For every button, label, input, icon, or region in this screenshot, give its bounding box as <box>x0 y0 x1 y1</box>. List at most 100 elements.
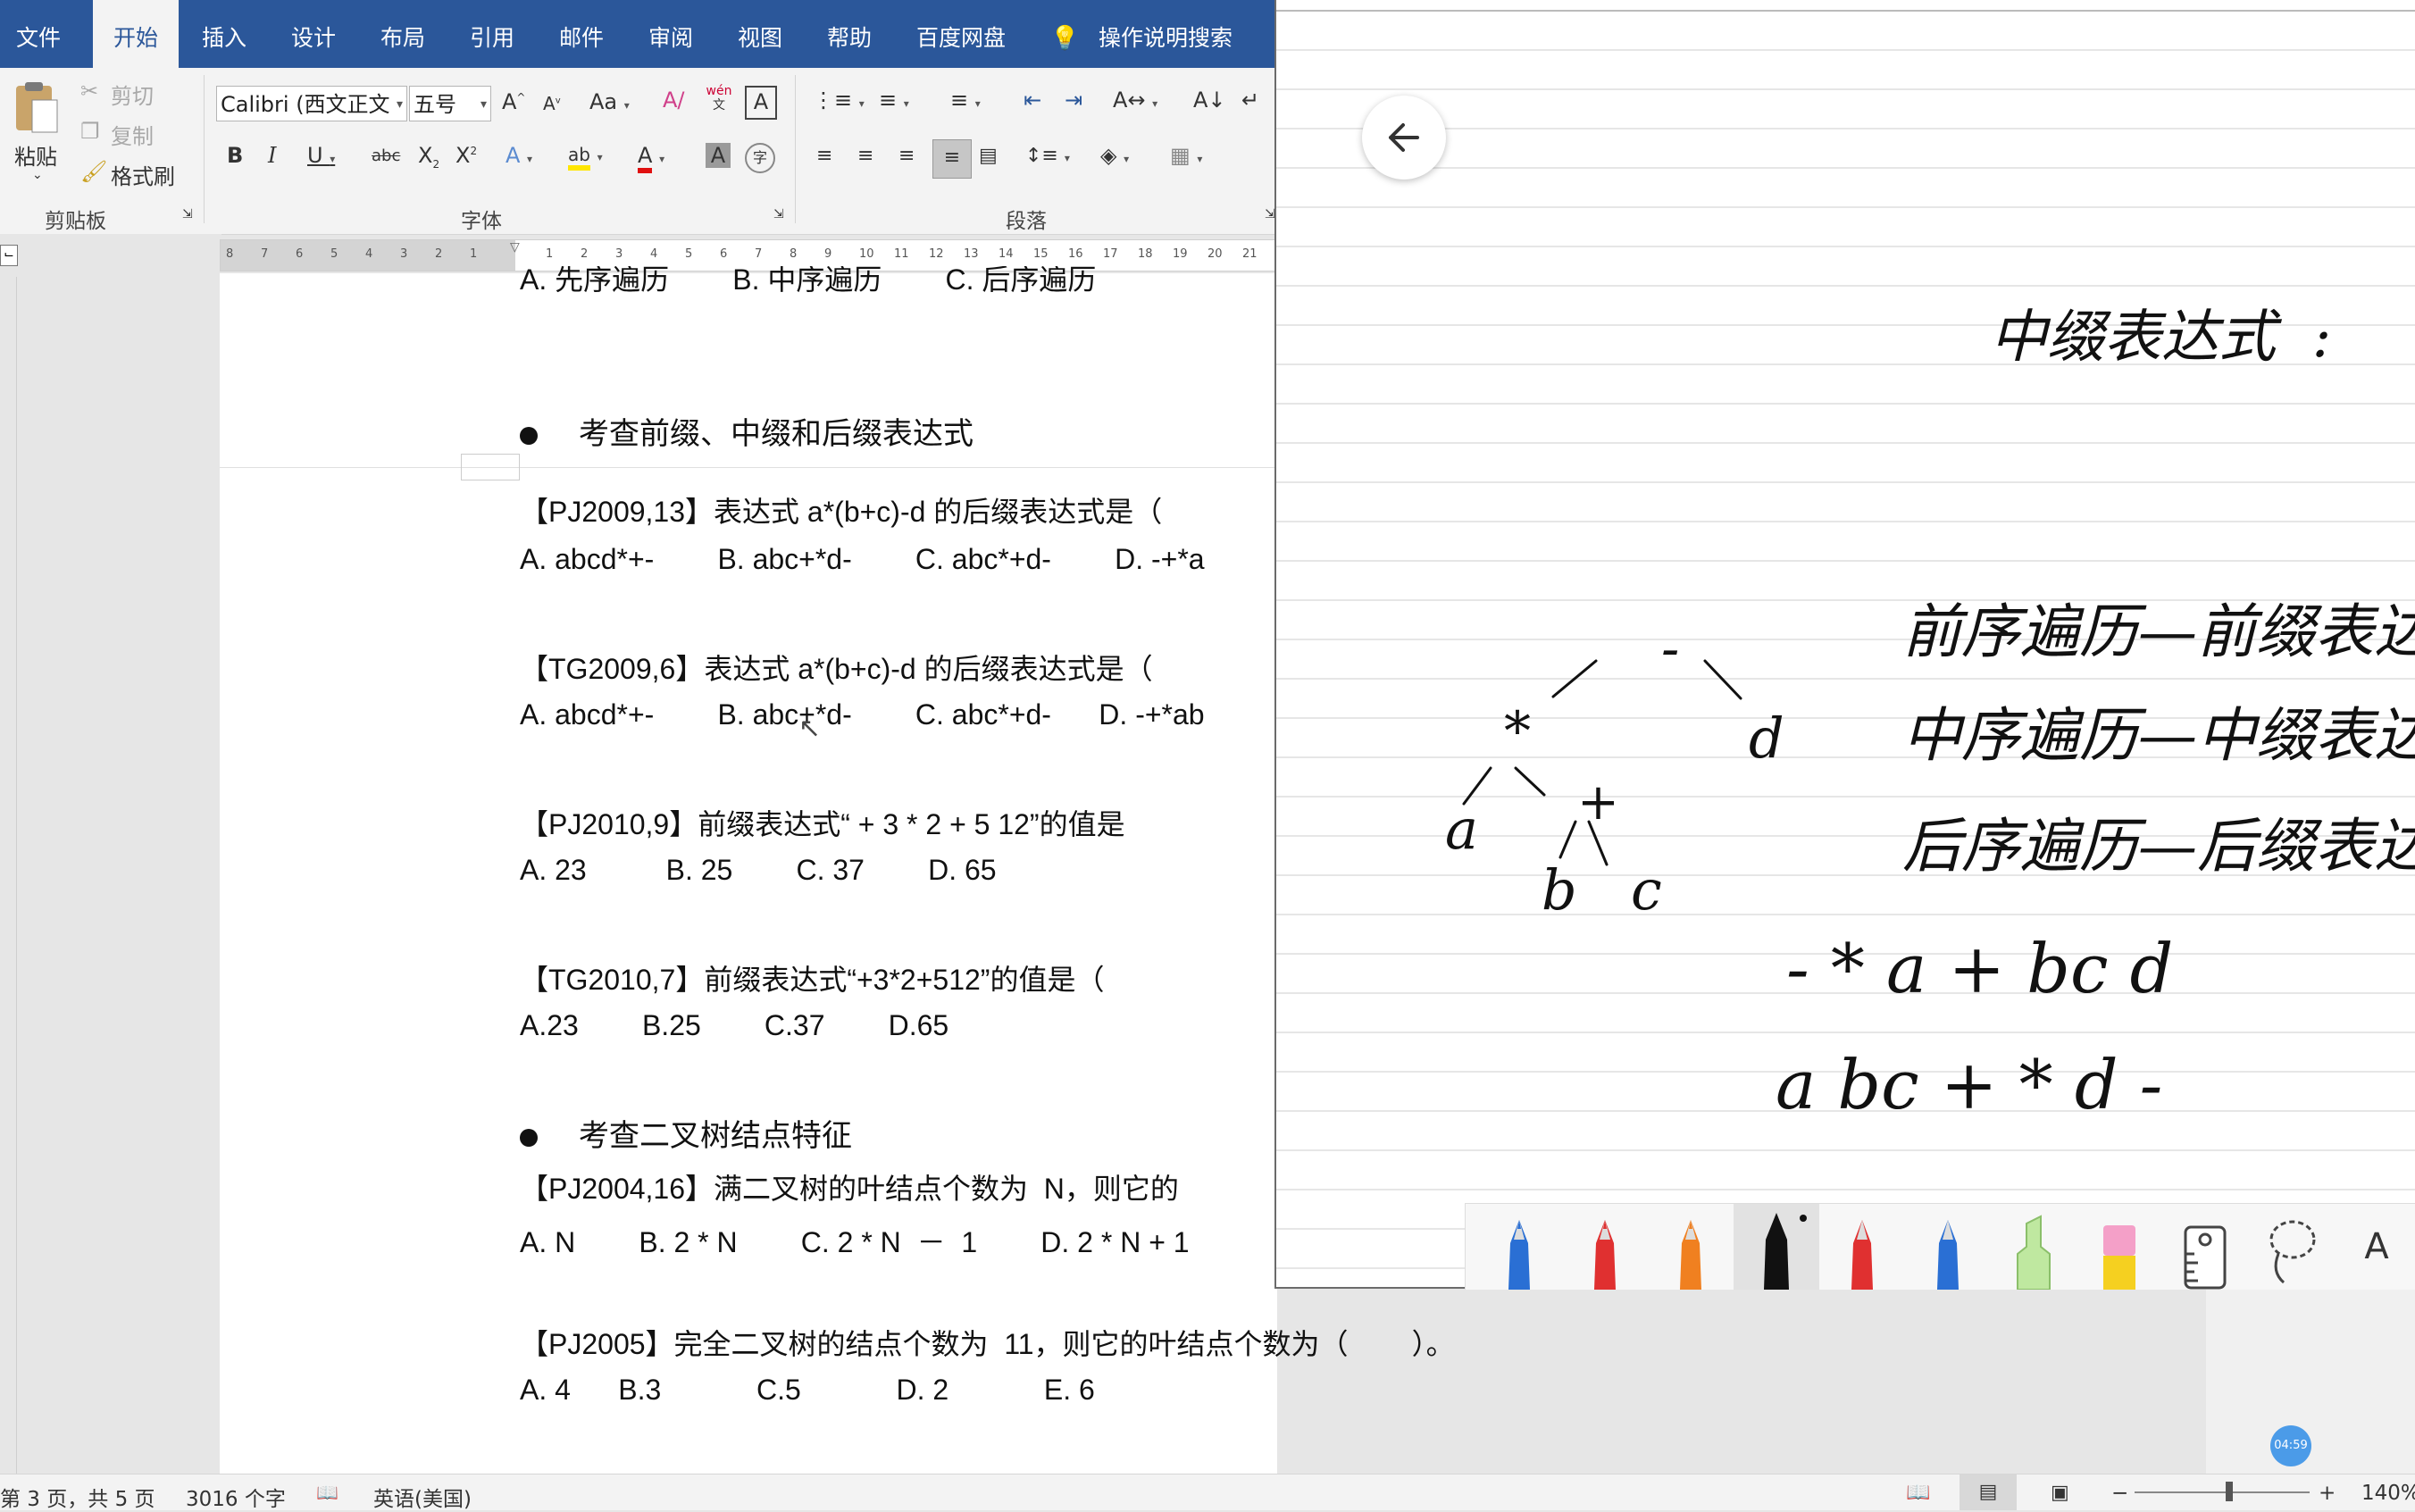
font-name-combo[interactable]: Calibri (西文正文 ▾ <box>216 86 407 121</box>
language-indicator[interactable]: 英语(美国) <box>373 1482 472 1512</box>
text-effects-icon[interactable]: A ▾ <box>506 143 532 168</box>
asian-layout-icon[interactable]: A↔ ▾ <box>1113 88 1157 113</box>
text-tool-icon[interactable]: A <box>2334 1204 2415 1290</box>
paste-button[interactable]: 粘贴 <box>14 139 57 171</box>
highlight-icon[interactable]: ab ▾ <box>568 141 603 171</box>
handwriting-line: 中序遍历—中缀表达 <box>1902 701 2415 770</box>
enclose-character-icon[interactable]: 字 <box>745 143 775 173</box>
ruler-number: 10 <box>859 247 874 261</box>
superscript-icon[interactable]: X2 <box>455 143 477 168</box>
print-layout-icon[interactable]: ▤ <box>1960 1474 2017 1510</box>
borders-icon[interactable]: ▦ ▾ <box>1170 143 1202 168</box>
section-heading: 考查前缀、中缀和后缀表达式 <box>520 409 974 453</box>
tab-insert[interactable]: 插入 <box>202 0 247 68</box>
recording-timer[interactable]: 04:59 <box>2270 1425 2311 1466</box>
green-highlighter-icon[interactable] <box>1991 1204 2077 1291</box>
blue-pen-icon[interactable] <box>1476 1204 1562 1290</box>
font-launcher-icon[interactable]: ⇲ <box>773 207 784 221</box>
tab-references[interactable]: 引用 <box>470 0 514 68</box>
read-mode-icon[interactable]: 📖 <box>1906 1482 1930 1504</box>
bullets-icon[interactable]: ⋮≡ ▾ <box>813 88 865 113</box>
paragraph-launcher-icon[interactable]: ⇲ <box>1265 207 1275 221</box>
tell-me-search[interactable]: 操作说明搜索 <box>1099 0 1233 68</box>
proofing-icon[interactable]: 📖 <box>316 1482 338 1503</box>
indent-marker-icon[interactable]: ▽ <box>510 240 520 255</box>
yellow-highlighter-icon[interactable] <box>2077 1204 2162 1290</box>
cut-button[interactable]: 剪切 <box>111 79 154 110</box>
vertical-ruler[interactable] <box>0 277 17 1474</box>
tab-file[interactable]: 文件 <box>16 0 61 68</box>
tab-help[interactable]: 帮助 <box>827 0 872 68</box>
shading-icon[interactable]: ◈ ▾ <box>1100 143 1129 168</box>
distributed-icon[interactable]: ▤ <box>979 145 998 167</box>
ruler-number: 16 <box>1068 247 1083 261</box>
group-divider <box>795 75 796 223</box>
strikethrough-icon[interactable]: abc <box>372 146 400 165</box>
lightbulb-icon: 💡 <box>1050 25 1080 52</box>
word-count[interactable]: 3016 个字 <box>186 1482 286 1512</box>
font-color-icon[interactable]: A ▾ <box>638 143 664 173</box>
page-count[interactable]: 第 3 页，共 5 页 <box>0 1482 155 1512</box>
zoom-out-icon[interactable]: − <box>2111 1482 2128 1505</box>
red-pen-2-icon[interactable] <box>1819 1204 1905 1290</box>
ruler-icon[interactable] <box>2162 1204 2248 1290</box>
character-border-icon[interactable]: A <box>745 86 777 120</box>
tab-review[interactable]: 审阅 <box>648 0 693 68</box>
ruler-number: 3 <box>615 247 623 261</box>
grow-font-icon[interactable]: A^ <box>502 89 525 114</box>
increase-indent-icon[interactable]: ⇥ <box>1065 88 1082 113</box>
web-layout-icon[interactable]: ▣ <box>2051 1482 2069 1504</box>
underline-icon[interactable]: U ▾ <box>307 143 335 168</box>
multilevel-list-icon[interactable]: ≡ ▾ <box>950 88 981 113</box>
align-right-icon[interactable]: ≡ <box>898 145 915 167</box>
zoom-slider-thumb[interactable] <box>2226 1482 2233 1501</box>
format-painter-button[interactable]: 格式刷 <box>111 159 175 190</box>
zoom-slider-track[interactable] <box>2135 1491 2310 1493</box>
show-marks-icon[interactable]: ↵ <box>1241 88 1259 113</box>
phonetic-guide-bottom: 文 <box>713 98 725 113</box>
orange-pen-icon[interactable] <box>1648 1204 1734 1290</box>
numbering-icon[interactable]: ≡ ▾ <box>879 88 909 113</box>
black-marker-icon[interactable] <box>1734 1204 1819 1290</box>
group-divider <box>204 75 205 223</box>
character-shading-icon[interactable]: A <box>706 143 731 168</box>
tab-baidu-netdisk[interactable]: 百度网盘 <box>916 0 1006 68</box>
justify-icon[interactable]: ≡ <box>932 139 972 179</box>
tab-home[interactable]: 开始 <box>93 0 179 68</box>
subscript-icon[interactable]: X2 <box>418 143 439 171</box>
tab-layout[interactable]: 布局 <box>380 0 425 68</box>
line-spacing-icon[interactable]: ↕≡ ▾ <box>1025 145 1070 167</box>
sort-icon[interactable]: A↓ <box>1193 88 1226 113</box>
align-left-icon[interactable]: ≡ <box>816 145 832 167</box>
italic-icon[interactable]: I <box>268 143 276 168</box>
red-pen-icon[interactable] <box>1562 1204 1648 1290</box>
zoom-in-icon[interactable]: + <box>2319 1482 2336 1505</box>
ruler-number: 8 <box>226 247 234 261</box>
question-line: 【PJ2004,16】满二叉树的叶结点个数为 N，则它的 <box>520 1173 1179 1205</box>
bold-icon[interactable]: B <box>227 143 243 168</box>
align-center-icon[interactable]: ≡ <box>857 145 873 167</box>
tree-node: + <box>1577 773 1619 831</box>
shrink-font-icon[interactable]: Av <box>543 93 561 114</box>
ruler-corner: ⌙ <box>0 234 221 277</box>
lasso-icon[interactable] <box>2248 1204 2334 1290</box>
back-button[interactable] <box>1362 96 1446 180</box>
decrease-indent-icon[interactable]: ⇤ <box>1024 88 1041 113</box>
tab-mailings[interactable]: 邮件 <box>559 0 604 68</box>
phonetic-guide-icon[interactable]: wén 文 <box>706 84 732 113</box>
clear-formatting-icon[interactable]: A∕ <box>663 88 685 113</box>
change-case-icon[interactable]: Aa ▾ <box>589 89 630 114</box>
tab-design[interactable]: 设计 <box>291 0 336 68</box>
paste-dropdown-icon[interactable]: ⌄ <box>32 168 43 182</box>
tab-view[interactable]: 视图 <box>738 0 782 68</box>
bullet-icon <box>520 427 538 445</box>
font-size-combo[interactable]: 五号 ▾ <box>409 86 491 121</box>
paste-icon[interactable] <box>11 79 61 136</box>
copy-button[interactable]: 复制 <box>111 119 154 150</box>
question-line: 【TG2009,6】表达式 a*(b+c)-d 的后缀表达式是（ <box>520 653 1153 685</box>
tab-selector-icon[interactable]: ⌙ <box>0 245 18 266</box>
zoom-level[interactable]: 140% <box>2361 1482 2415 1505</box>
blue-pen-2-icon[interactable] <box>1905 1204 1991 1290</box>
question-line: 【PJ2009,13】表达式 a*(b+c)-d 的后缀表达式是（ <box>520 496 1163 528</box>
clipboard-launcher-icon[interactable]: ⇲ <box>182 207 193 221</box>
